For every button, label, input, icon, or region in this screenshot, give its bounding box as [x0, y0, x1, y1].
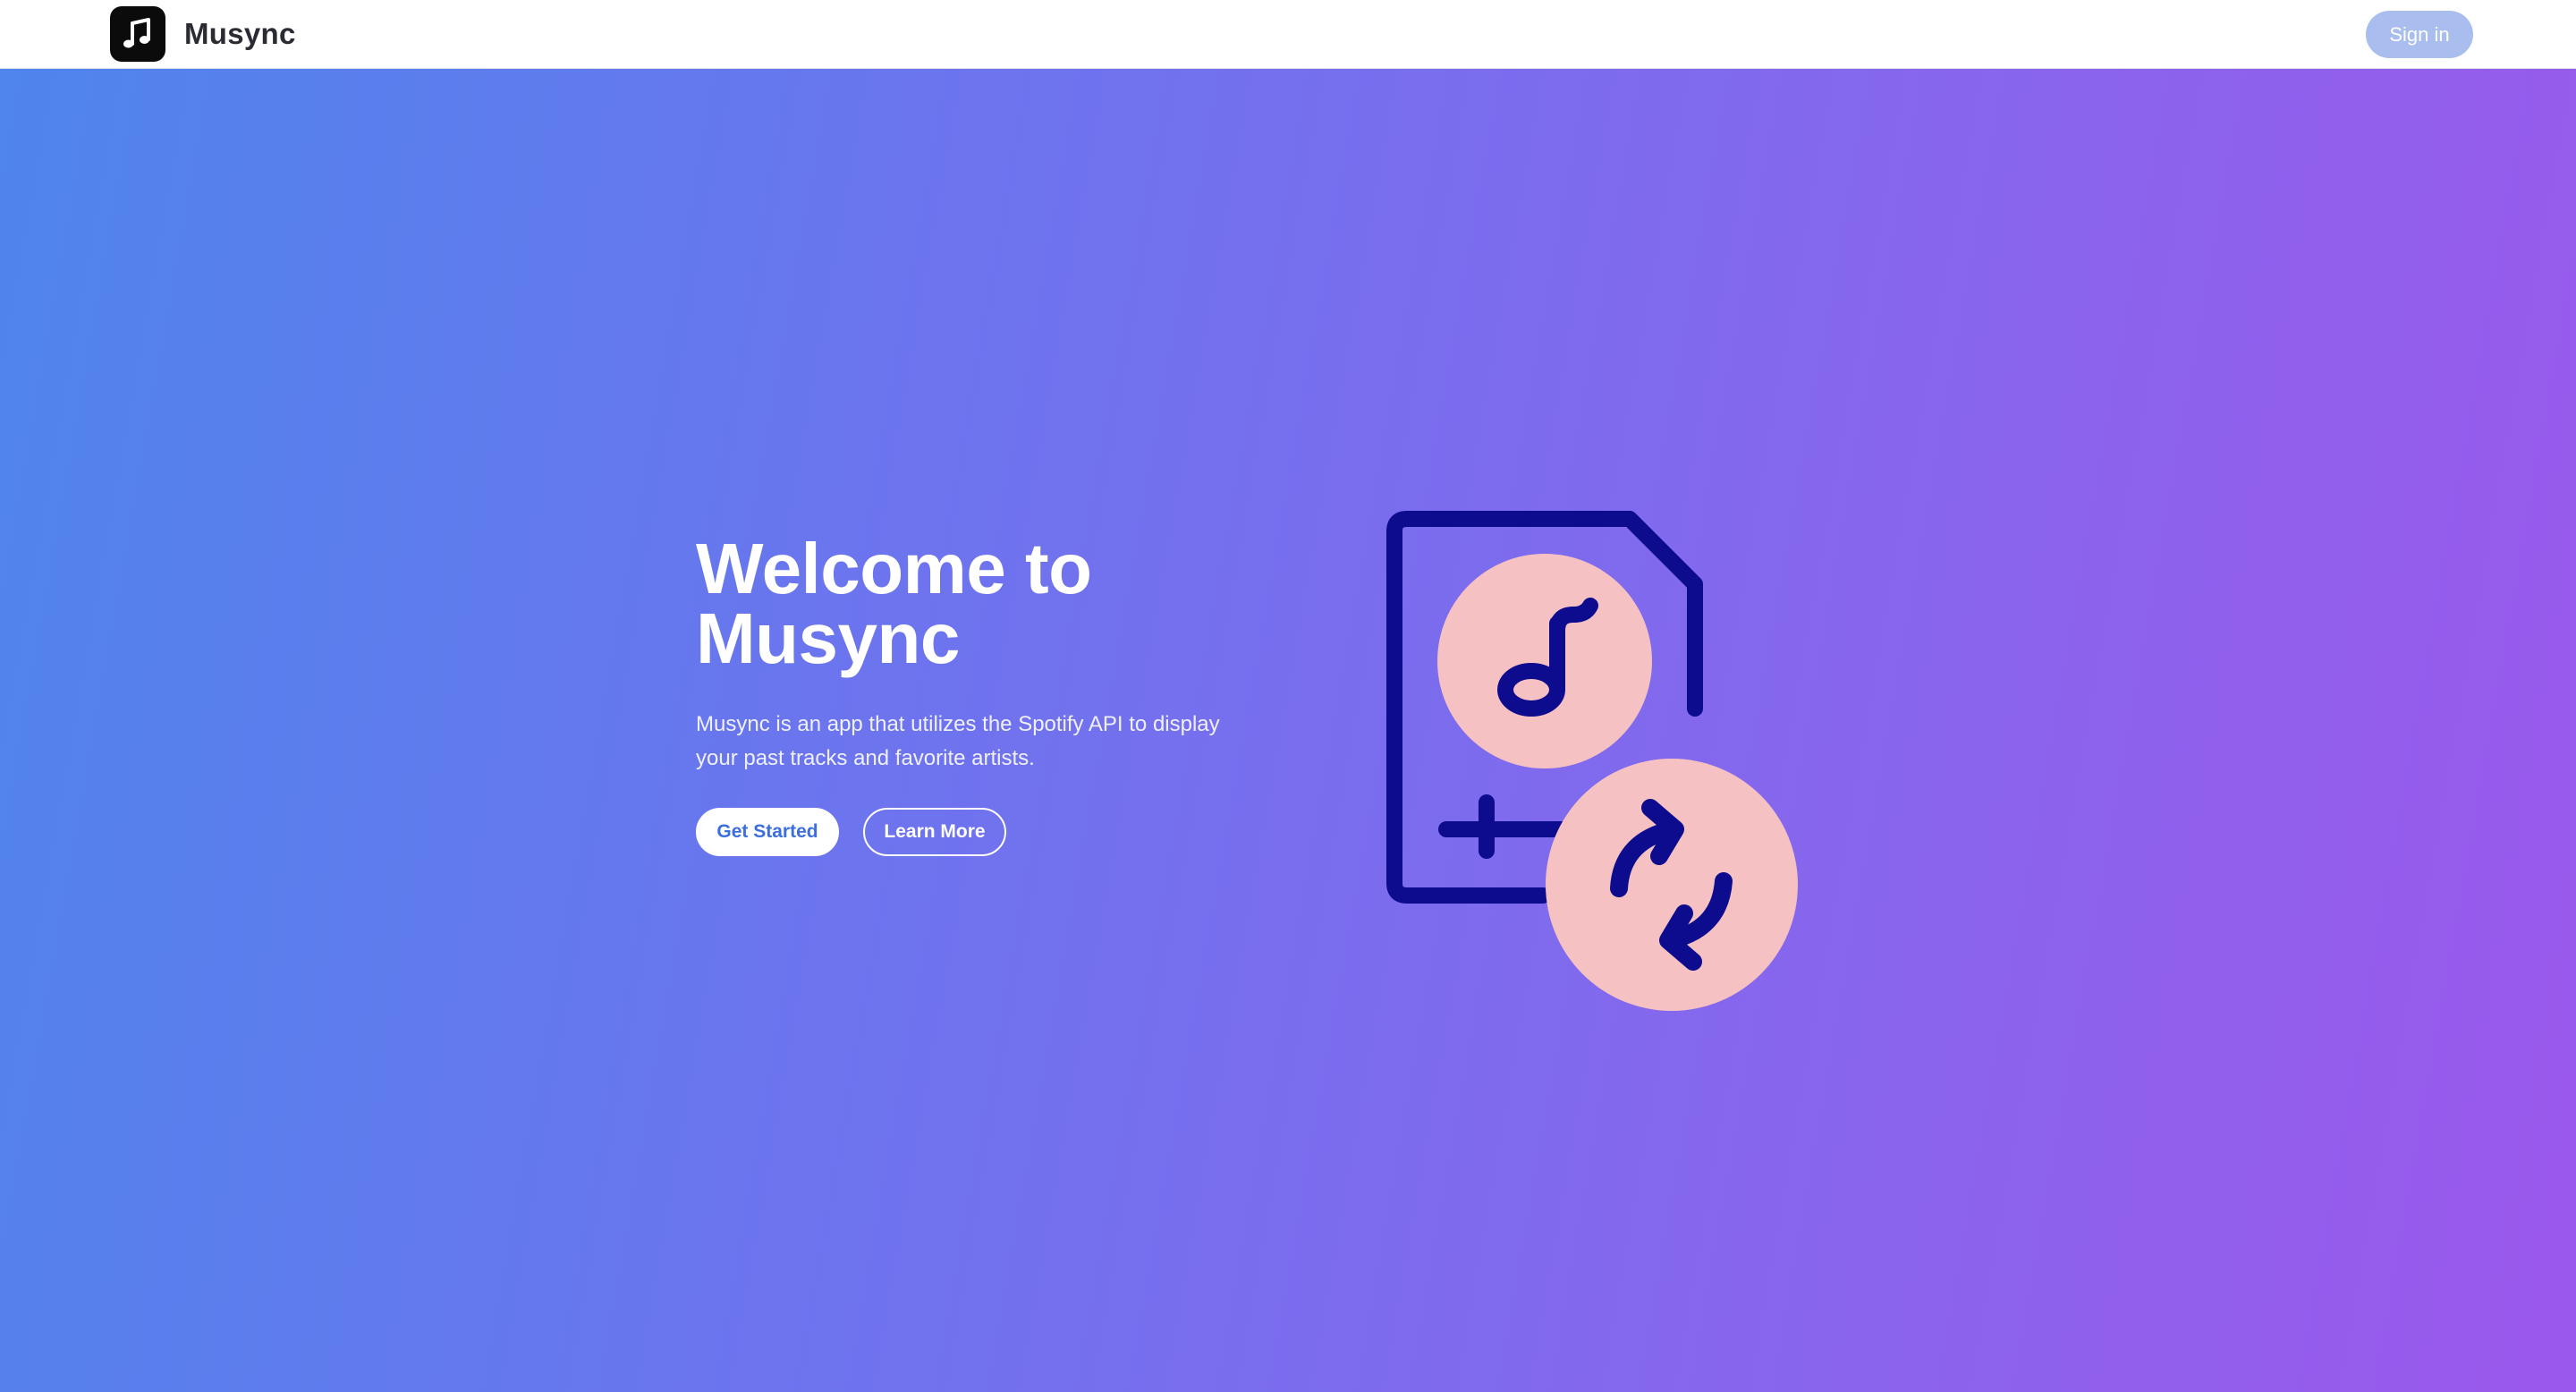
- hero-title-line-2: Musync: [696, 598, 960, 678]
- get-started-button[interactable]: Get Started: [696, 808, 839, 856]
- music-note-icon: [110, 6, 165, 62]
- hero-section: Welcome to Musync Musync is an app that …: [0, 69, 2576, 1392]
- brand[interactable]: Musync: [110, 6, 296, 62]
- brand-name: Musync: [184, 17, 296, 50]
- hero-actions: Get Started Learn More: [696, 808, 1268, 856]
- music-file-sync-icon: [1386, 511, 1798, 1011]
- hero-title-line-1: Welcome to: [696, 529, 1092, 608]
- learn-more-button[interactable]: Learn More: [863, 808, 1006, 856]
- sign-in-button[interactable]: Sign in: [2366, 11, 2473, 58]
- hero-title: Welcome to Musync: [696, 533, 1268, 675]
- hero-content: Welcome to Musync Musync is an app that …: [696, 533, 1268, 856]
- top-navbar: Musync Sign in: [0, 0, 2576, 69]
- hero-description: Musync is an app that utilizes the Spoti…: [696, 712, 1220, 770]
